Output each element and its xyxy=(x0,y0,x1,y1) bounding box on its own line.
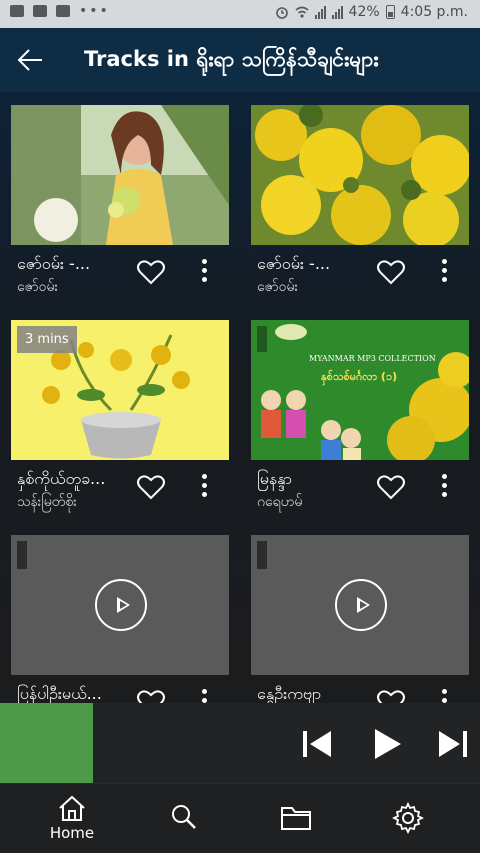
now-playing-artwork[interactable] xyxy=(0,703,93,783)
app-header: Tracks in ရိုးရာ သကြိန်သီချင်းများ xyxy=(0,28,480,92)
nav-settings[interactable] xyxy=(368,794,448,848)
track-thumbnail[interactable] xyxy=(251,535,469,675)
duration-badge: 3 mins xyxy=(17,326,77,353)
placeholder-tag xyxy=(257,541,267,569)
signal-icon xyxy=(314,5,326,19)
calendar-icon xyxy=(56,5,70,17)
battery-percentage: 42% xyxy=(348,4,380,20)
play-circle-icon[interactable] xyxy=(95,579,147,631)
favorite-heart-icon[interactable] xyxy=(377,259,405,285)
home-icon xyxy=(59,795,85,821)
track-thumbnail[interactable] xyxy=(11,105,229,245)
track-title: ပြန်ပါဦးမယ်... xyxy=(17,684,102,703)
play-circle-icon[interactable] xyxy=(335,579,387,631)
album-cover-title: MYANMAR MP3 COLLECTION xyxy=(309,354,436,363)
track-grid: ဇော်ဝမ်း -... ဇော်ဝမ်း ဇော်ဝမ်း -... ဇော… xyxy=(0,92,480,703)
next-track-icon[interactable] xyxy=(436,727,470,761)
nav-folders[interactable] xyxy=(256,794,336,848)
track-card[interactable]: ပြန်ပါဦးမယ်... xyxy=(11,535,229,703)
gallery-icon xyxy=(10,5,24,17)
track-thumbnail[interactable]: MYANMAR MP3 COLLECTION နှစ်သစ်မင်္ဂလာ (၁… xyxy=(251,320,469,460)
more-options-icon[interactable] xyxy=(439,474,449,502)
nav-home-label: Home xyxy=(49,824,95,842)
more-options-icon[interactable] xyxy=(199,689,209,703)
signal-icon-2 xyxy=(331,5,343,19)
track-title: နွေဦးကဗျာ xyxy=(257,684,322,703)
back-arrow-icon[interactable] xyxy=(12,42,48,78)
track-card[interactable]: နွေဦးကဗျာ xyxy=(251,535,469,703)
notification-icons: ••• xyxy=(10,3,110,19)
album-cover-subtitle: နှစ်သစ်မင်္ဂလာ (၁) xyxy=(321,370,398,383)
favorite-heart-icon[interactable] xyxy=(137,259,165,285)
placeholder-tag xyxy=(17,541,27,569)
track-card[interactable]: MYANMAR MP3 COLLECTION နှစ်သစ်မင်္ဂလာ (၁… xyxy=(251,320,469,522)
favorite-heart-icon[interactable] xyxy=(137,689,165,703)
track-title: ဇော်ဝမ်း -... xyxy=(257,254,331,273)
nav-search[interactable] xyxy=(144,794,224,848)
woman-photo-image xyxy=(11,105,229,245)
yellow-flowers-image xyxy=(251,105,469,245)
play-icon[interactable] xyxy=(370,727,404,761)
more-options-icon[interactable] xyxy=(439,259,449,287)
favorite-heart-icon[interactable] xyxy=(137,474,165,500)
search-icon xyxy=(172,805,196,829)
track-artist: သန်းမြတ်စိုး xyxy=(17,494,77,510)
track-title: နှစ်ကိုယ်တူခ... xyxy=(17,469,106,488)
track-card[interactable]: ဇော်ဝမ်း -... ဇော်ဝမ်း xyxy=(11,105,229,307)
bottom-navigation: Home xyxy=(0,783,480,853)
folder-icon xyxy=(281,807,311,830)
track-card[interactable]: ဇော်ဝမ်း -... ဇော်ဝမ်း xyxy=(251,105,469,307)
nav-home[interactable]: Home xyxy=(32,794,112,848)
track-thumbnail[interactable] xyxy=(11,535,229,675)
status-icons: 42% 4:05 p.m. xyxy=(275,4,468,20)
track-card[interactable]: 3 mins နှစ်ကိုယ်တူခ... သန်းမြတ်စိုး xyxy=(11,320,229,522)
wifi-icon xyxy=(295,6,309,18)
alarm-icon xyxy=(275,7,288,19)
battery-icon xyxy=(385,5,395,19)
gear-icon xyxy=(392,802,424,834)
album-cover-image xyxy=(251,320,469,460)
track-artist: ဇော်ဝမ်း xyxy=(17,279,59,295)
track-artist: ဇော်ဝမ်း xyxy=(257,279,299,295)
track-thumbnail[interactable]: 3 mins xyxy=(11,320,229,460)
more-options-icon[interactable] xyxy=(199,474,209,502)
favorite-heart-icon[interactable] xyxy=(377,689,405,703)
track-thumbnail[interactable] xyxy=(251,105,469,245)
more-notifications-icon: ••• xyxy=(79,3,110,19)
mini-player xyxy=(0,703,480,783)
track-artist: ဂရေဟမ် xyxy=(257,494,303,510)
track-title: ဇော်ဝမ်း -... xyxy=(17,254,91,273)
more-options-icon[interactable] xyxy=(439,689,449,703)
message-icon xyxy=(33,5,47,17)
page-title: Tracks in ရိုးရာ သကြိန်သီချင်းများ xyxy=(84,47,379,71)
status-bar: ••• 42% 4:05 p.m. xyxy=(0,0,480,28)
more-options-icon[interactable] xyxy=(199,259,209,287)
clock: 4:05 p.m. xyxy=(400,4,468,20)
previous-track-icon[interactable] xyxy=(300,727,334,761)
favorite-heart-icon[interactable] xyxy=(377,474,405,500)
track-title: မြနန္ဒာ xyxy=(257,469,292,488)
